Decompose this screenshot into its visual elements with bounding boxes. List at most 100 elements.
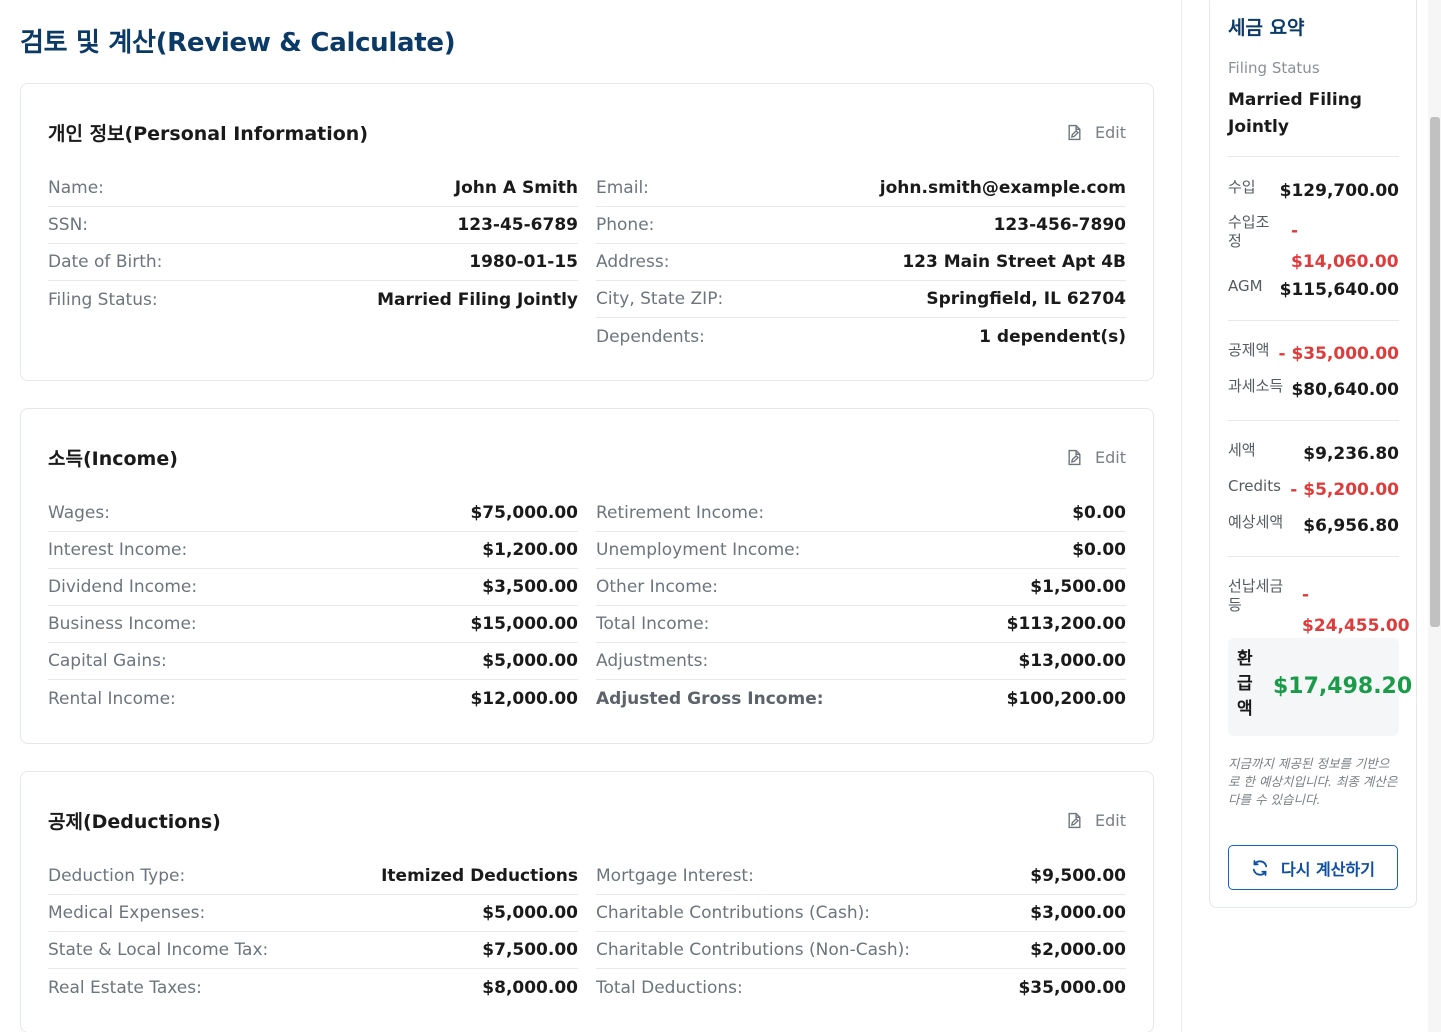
personal-right-column: Email: john.smith@example.com Phone: 123-4… xyxy=(596,170,1126,355)
edit-icon xyxy=(1066,449,1083,466)
row-label: Filing Status: xyxy=(48,289,158,310)
refund-box: 환급액 $17,498.20 xyxy=(1228,638,1412,736)
personal-left-column: Name: John A Smith SSN: 123-45-6789 Date o… xyxy=(48,170,578,355)
edit-label: Edit xyxy=(1095,810,1126,830)
recalculate-button[interactable]: 다시 계산하기 xyxy=(1228,845,1398,890)
summary-divider xyxy=(1228,156,1399,157)
info-row: SSN: 123-45-6789 xyxy=(48,207,578,244)
row-value: $0.00 xyxy=(1072,503,1126,523)
summary-value: $129,700.00 xyxy=(1279,181,1399,201)
row-label: Real Estate Taxes: xyxy=(48,977,202,998)
info-row: Date of Birth: 1980-01-15 xyxy=(48,244,578,281)
card-header: 공제(Deductions) Edit xyxy=(48,804,1126,834)
info-row: Dependents: 1 dependent(s) xyxy=(596,318,1126,355)
review-main: 검토 및 계산(Review & Calculate) 개인 정보(Person… xyxy=(0,0,1181,1032)
info-row: Unemployment Income: $0.00 xyxy=(596,532,1126,569)
info-row: Dividend Income: $3,500.00 xyxy=(48,569,578,606)
row-label: Total Deductions: xyxy=(596,977,743,998)
info-row: Medical Expenses: $5,000.00 xyxy=(48,895,578,932)
summary-label: 과세소득 xyxy=(1228,377,1284,395)
row-value: $100,200.00 xyxy=(1006,688,1126,709)
info-row: Phone: 123-456-7890 xyxy=(596,207,1126,244)
info-row: Mortgage Interest: $9,500.00 xyxy=(596,858,1126,895)
row-value: 123-45-6789 xyxy=(457,215,578,235)
row-label: City, State ZIP: xyxy=(596,289,724,309)
row-label: Retirement Income: xyxy=(596,503,765,523)
deductions-grid: Deduction Type: Itemized Deductions Medic… xyxy=(48,858,1126,1006)
scrollbar-thumb[interactable] xyxy=(1430,117,1440,627)
row-label: Unemployment Income: xyxy=(596,540,801,560)
summary-value: $6,956.80 xyxy=(1303,516,1399,536)
row-value: 1980-01-15 xyxy=(469,252,578,272)
summary-value: - $14,060.00 xyxy=(1291,221,1399,272)
refresh-icon xyxy=(1251,859,1269,877)
row-label: Interest Income: xyxy=(48,540,188,560)
row-label: Charitable Contributions (Cash): xyxy=(596,903,870,923)
summary-value: $115,640.00 xyxy=(1279,280,1399,300)
row-label: Adjusted Gross Income: xyxy=(596,688,824,709)
info-row: Capital Gains: $5,000.00 xyxy=(48,643,578,680)
summary-divider xyxy=(1228,556,1399,557)
edit-personal-button[interactable]: Edit xyxy=(1066,120,1126,144)
row-label: Medical Expenses: xyxy=(48,903,206,923)
summary-value: $80,640.00 xyxy=(1291,380,1399,400)
row-label: SSN: xyxy=(48,215,89,235)
income-card: 소득(Income) Edit Wages: $75,000.00 Interes… xyxy=(20,408,1154,744)
card-header: 소득(Income) Edit xyxy=(48,441,1126,471)
row-label: Business Income: xyxy=(48,614,197,634)
info-row: Charitable Contributions (Non-Cash): $2,0… xyxy=(596,932,1126,969)
recalculate-label: 다시 계산하기 xyxy=(1281,859,1375,879)
row-label: Wages: xyxy=(48,503,110,523)
row-value: $8,000.00 xyxy=(482,977,578,998)
row-value: $12,000.00 xyxy=(470,688,578,709)
row-value: $3,000.00 xyxy=(1030,903,1126,923)
estimate-note: 지금까지 제공된 정보를 기반으로 한 예상치입니다. 최종 계산은 다를 수 … xyxy=(1228,756,1398,807)
row-value: $7,500.00 xyxy=(482,940,578,960)
filing-status-value: Married Filing Jointly xyxy=(1228,90,1362,137)
summary-value: - $24,455.00 xyxy=(1302,585,1410,636)
summary-divider xyxy=(1228,320,1399,321)
refund-label: 환급액 xyxy=(1237,649,1253,719)
row-value: $113,200.00 xyxy=(1006,614,1126,634)
page-title: 검토 및 계산(Review & Calculate) xyxy=(20,28,456,58)
info-row: Other Income: $1,500.00 xyxy=(596,569,1126,606)
row-value: John A Smith xyxy=(454,178,578,198)
deductions-left-column: Deduction Type: Itemized Deductions Medic… xyxy=(48,858,578,1006)
info-row: Wages: $75,000.00 xyxy=(48,495,578,532)
info-row: City, State ZIP: Springfield, IL 62704 xyxy=(596,281,1126,318)
info-row: Retirement Income: $0.00 xyxy=(596,495,1126,532)
personal-info-title: 개인 정보(Personal Information) xyxy=(48,123,369,145)
info-row: Business Income: $15,000.00 xyxy=(48,606,578,643)
row-value: $1,500.00 xyxy=(1030,577,1126,597)
row-label: Dependents: xyxy=(596,326,705,347)
summary-value: - $5,200.00 xyxy=(1290,480,1399,500)
summary-divider xyxy=(1228,420,1399,421)
summary-title: 세금 요약 xyxy=(1228,17,1305,39)
row-value: $0.00 xyxy=(1072,540,1126,560)
info-row: Filing Status: Married Filing Jointly xyxy=(48,281,578,318)
info-row: Name: John A Smith xyxy=(48,170,578,207)
summary-label: 수입조정 xyxy=(1228,213,1270,250)
edit-income-button[interactable]: Edit xyxy=(1066,445,1126,469)
edit-icon xyxy=(1066,124,1083,141)
row-label: Charitable Contributions (Non-Cash): xyxy=(596,940,910,960)
info-row: Interest Income: $1,200.00 xyxy=(48,532,578,569)
row-value: $3,500.00 xyxy=(482,577,578,597)
info-row: Total Income: $113,200.00 xyxy=(596,606,1126,643)
summary-label: Credits xyxy=(1228,477,1281,495)
summary-label: 수입 xyxy=(1228,178,1256,196)
info-row: Real Estate Taxes: $8,000.00 xyxy=(48,969,578,1006)
row-label: Capital Gains: xyxy=(48,651,167,671)
refund-value: $17,498.20 xyxy=(1273,674,1413,699)
row-label: Mortgage Interest: xyxy=(596,866,754,886)
info-row: Deduction Type: Itemized Deductions xyxy=(48,858,578,895)
deductions-title: 공제(Deductions) xyxy=(48,811,221,833)
row-label: Email: xyxy=(596,178,649,198)
row-label: Adjustments: xyxy=(596,651,709,671)
row-label: Address: xyxy=(596,252,670,272)
edit-deductions-button[interactable]: Edit xyxy=(1066,808,1126,832)
deductions-card: 공제(Deductions) Edit Deduction Type: Itemi… xyxy=(20,771,1154,1032)
sidebar-divider xyxy=(1181,0,1182,1032)
info-row: Charitable Contributions (Cash): $3,000.0… xyxy=(596,895,1126,932)
row-value: Married Filing Jointly xyxy=(377,289,578,310)
